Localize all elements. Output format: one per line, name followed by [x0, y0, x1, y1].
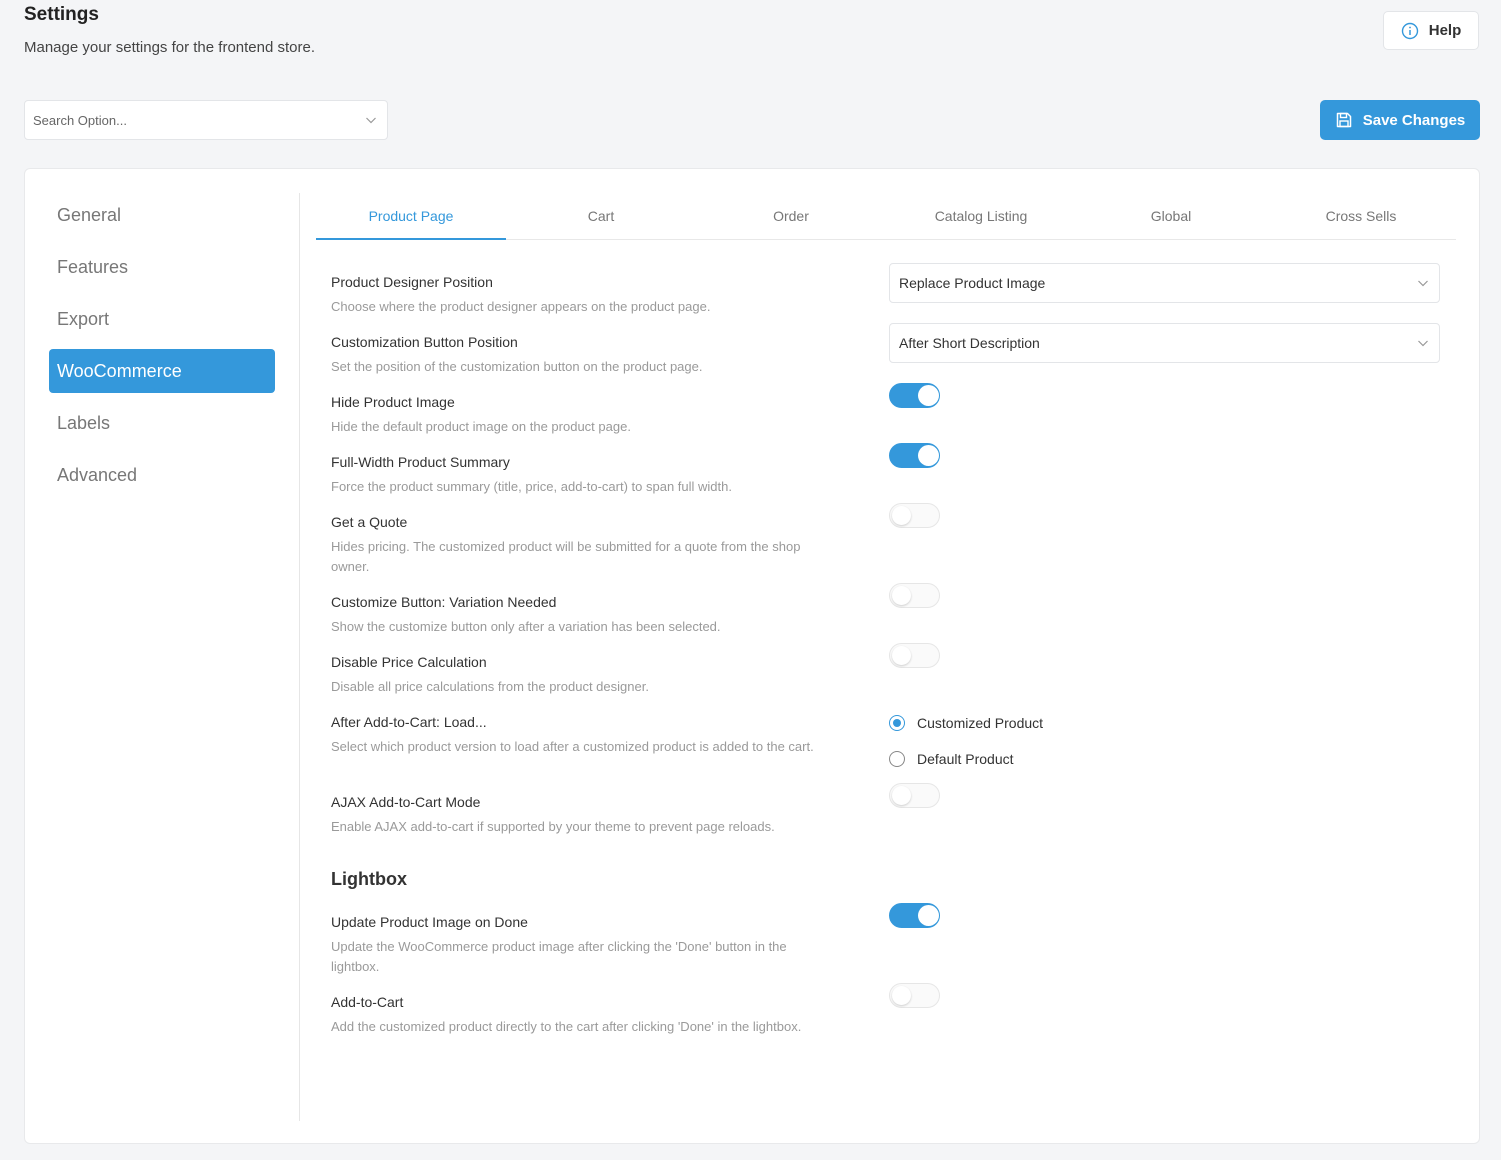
option-label: Customize Button: Variation Needed: [331, 594, 557, 610]
save-changes-button[interactable]: Save Changes: [1320, 100, 1480, 140]
tab-global[interactable]: Global: [1076, 193, 1266, 239]
option-button-position: Customization Button Position Set the po…: [331, 323, 1441, 377]
option-description: Disable all price calculations from the …: [331, 679, 649, 694]
option-label: After Add-to-Cart: Load...: [331, 714, 487, 730]
select-value: After Short Description: [899, 335, 1040, 351]
button-position-select[interactable]: After Short Description: [889, 323, 1440, 363]
option-description: Set the position of the customization bu…: [331, 359, 703, 374]
page-title: Settings: [24, 4, 99, 25]
after-add-to-cart-radio-group: Customized Product Default Product: [889, 713, 1043, 785]
tab-product-page[interactable]: Product Page: [316, 193, 506, 240]
toggle-knob: [918, 445, 939, 466]
designer-position-select[interactable]: Replace Product Image: [889, 263, 1440, 303]
option-label: Add-to-Cart: [331, 994, 404, 1010]
option-lightbox-add-to-cart: Add-to-Cart Add the customized product d…: [331, 983, 1441, 1037]
ajax-add-to-cart-toggle[interactable]: [889, 783, 940, 808]
chevron-down-icon[interactable]: [365, 114, 377, 126]
option-label: Full-Width Product Summary: [331, 454, 510, 470]
option-designer-position: Product Designer Position Choose where t…: [331, 263, 1441, 317]
option-update-image-on-done: Update Product Image on Done Update the …: [331, 903, 1441, 977]
radio-button[interactable]: [889, 715, 905, 731]
tab-cross-sells[interactable]: Cross Sells: [1266, 193, 1456, 239]
save-label: Save Changes: [1362, 111, 1466, 129]
disable-price-calculation-toggle[interactable]: [889, 643, 940, 668]
radio-button[interactable]: [889, 751, 905, 767]
option-label: Get a Quote: [331, 514, 408, 530]
help-button[interactable]: Help: [1383, 11, 1479, 50]
toggle-knob: [892, 786, 911, 805]
option-disable-price-calculation: Disable Price Calculation Disable all pr…: [331, 643, 1441, 697]
hide-product-image-toggle[interactable]: [889, 383, 940, 408]
update-image-on-done-toggle[interactable]: [889, 903, 940, 928]
full-width-summary-toggle[interactable]: [889, 443, 940, 468]
option-get-a-quote: Get a Quote Hides pricing. The customize…: [331, 503, 1441, 577]
select-value: Replace Product Image: [899, 275, 1046, 291]
toggle-knob: [892, 506, 911, 525]
option-description: Hide the default product image on the pr…: [331, 419, 631, 434]
toggle-knob: [892, 586, 911, 605]
settings-sidebar: General Features Export WooCommerce Labe…: [49, 193, 275, 505]
option-description: Choose where the product designer appear…: [331, 299, 711, 314]
info-circle-icon: [1401, 22, 1418, 39]
option-label: AJAX Add-to-Cart Mode: [331, 794, 481, 810]
sidebar-item-features[interactable]: Features: [49, 245, 275, 289]
option-description: Add the customized product directly to t…: [331, 1019, 802, 1034]
settings-card: General Features Export WooCommerce Labe…: [24, 168, 1480, 1144]
radio-label: Customized Product: [917, 715, 1044, 731]
option-description: Force the product summary (title, price,…: [331, 479, 732, 494]
chevron-down-icon: [1418, 280, 1428, 287]
get-a-quote-toggle[interactable]: [889, 503, 940, 528]
radio-default-product[interactable]: Default Product: [889, 749, 1043, 769]
floppy-disk-icon: [1336, 112, 1351, 128]
toggle-knob: [892, 986, 911, 1005]
radio-customized-product[interactable]: Customized Product: [889, 713, 1043, 733]
help-label: Help: [1428, 22, 1462, 39]
search-input[interactable]: [33, 112, 365, 128]
page-subtitle: Manage your settings for the frontend st…: [24, 39, 315, 56]
sidebar-item-woocommerce[interactable]: WooCommerce: [49, 349, 275, 393]
option-description: Hides pricing. The customized product wi…: [331, 539, 801, 574]
tab-order[interactable]: Order: [696, 193, 886, 239]
option-description: Update the WooCommerce product image aft…: [331, 939, 787, 974]
option-full-width-summary: Full-Width Product Summary Force the pro…: [331, 443, 1441, 497]
tab-catalog-listing[interactable]: Catalog Listing: [886, 193, 1076, 239]
option-after-add-to-cart: After Add-to-Cart: Load... Select which …: [331, 713, 1441, 767]
sidebar-divider: [299, 193, 300, 1121]
tab-bar: Product Page Cart Order Catalog Listing …: [316, 193, 1456, 240]
option-label: Update Product Image on Done: [331, 914, 528, 930]
lightbox-section-title: Lightbox: [331, 869, 407, 889]
option-label: Disable Price Calculation: [331, 654, 487, 670]
toggle-knob: [918, 385, 939, 406]
option-hide-product-image: Hide Product Image Hide the default prod…: [331, 383, 1441, 437]
option-description: Show the customize button only after a v…: [331, 619, 721, 634]
tab-cart[interactable]: Cart: [506, 193, 696, 239]
option-description: Select which product version to load aft…: [331, 739, 814, 754]
sidebar-item-export[interactable]: Export: [49, 297, 275, 341]
toggle-knob: [892, 646, 911, 665]
sidebar-item-labels[interactable]: Labels: [49, 401, 275, 445]
option-ajax-add-to-cart: AJAX Add-to-Cart Mode Enable AJAX add-to…: [331, 783, 1441, 837]
radio-label: Default Product: [917, 751, 1014, 767]
chevron-down-icon: [1418, 340, 1428, 347]
sidebar-item-advanced[interactable]: Advanced: [49, 453, 275, 497]
variation-needed-toggle[interactable]: [889, 583, 940, 608]
sidebar-item-general[interactable]: General: [49, 193, 275, 237]
option-label: Hide Product Image: [331, 394, 455, 410]
option-description: Enable AJAX add-to-cart if supported by …: [331, 819, 775, 834]
lightbox-add-to-cart-toggle[interactable]: [889, 983, 940, 1008]
toggle-knob: [918, 905, 939, 926]
search-option-select[interactable]: [24, 100, 388, 140]
option-variation-needed: Customize Button: Variation Needed Show …: [331, 583, 1441, 637]
